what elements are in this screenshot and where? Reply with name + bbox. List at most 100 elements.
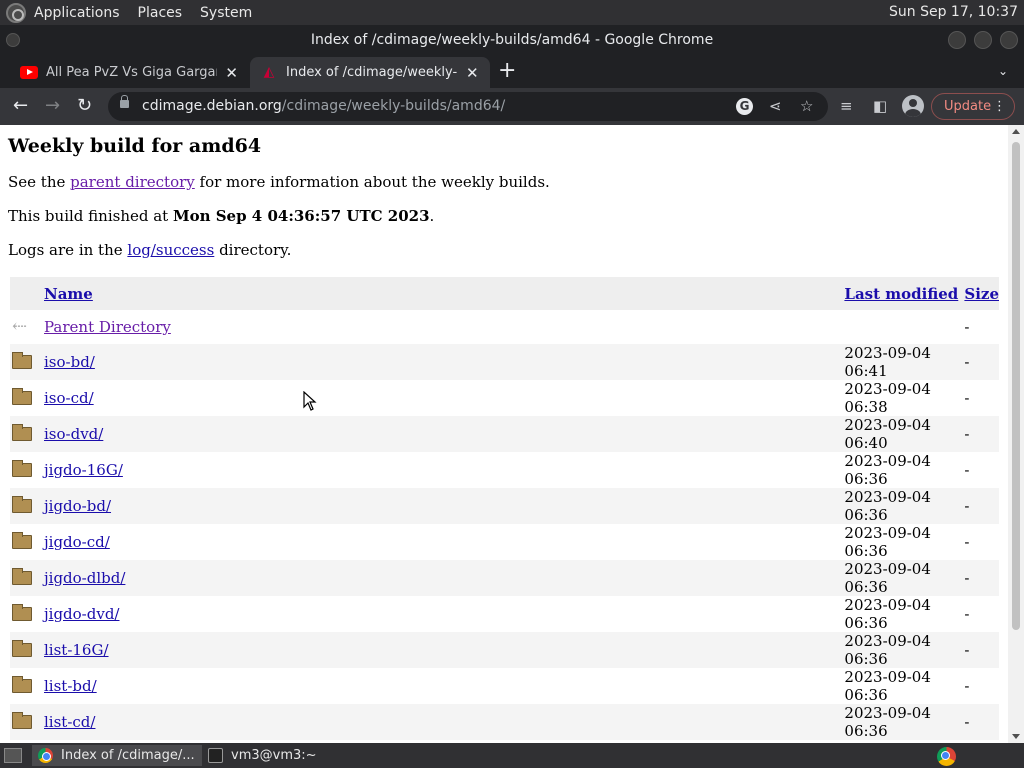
window-menu-button[interactable] [6, 33, 20, 47]
log-success-link[interactable]: log/success [127, 241, 214, 259]
directory-link[interactable]: jigdo-cd/ [44, 533, 110, 551]
modified-cell: 2023-09-04 06:36 [844, 523, 931, 560]
page-scrollbar[interactable] [1008, 125, 1024, 743]
close-tab-icon[interactable]: ✕ [466, 64, 479, 82]
back-icon[interactable]: ← [13, 96, 28, 116]
directory-link[interactable]: jigdo-16G/ [44, 461, 123, 479]
parent-directory-row: ⇠ Parent Directory - [10, 310, 999, 344]
size-cell: - [964, 676, 970, 695]
name-column-header[interactable]: Name [40, 277, 841, 310]
scroll-up-icon[interactable] [1012, 129, 1020, 134]
table-row: iso-dvd/2023-09-04 06:40- [10, 415, 999, 452]
folder-icon [12, 711, 32, 729]
tab-search-chevron-icon[interactable]: ⌄ [998, 64, 1008, 78]
parent-directory-row-link[interactable]: Parent Directory [44, 318, 171, 336]
modified-cell: 2023-09-04 06:36 [844, 451, 931, 488]
directory-link[interactable]: iso-dvd/ [44, 425, 103, 443]
size-cell: - [960, 559, 999, 596]
bookmark-star-icon[interactable]: ☆ [800, 97, 813, 115]
applications-menu[interactable]: Applications [34, 5, 130, 21]
tab-title: All Pea PvZ Vs Giga Gargantuar [46, 65, 217, 80]
table-row: iso-cd/2023-09-04 06:38 - [10, 380, 999, 416]
tab-youtube[interactable]: All Pea PvZ Vs Giga Gargantuar ✕ [10, 57, 248, 88]
task-chrome[interactable]: Index of /cdimage/... [32, 745, 202, 766]
forward-icon[interactable]: → [45, 96, 60, 116]
window-title: Index of /cdimage/weekly-builds/amd64 - … [310, 32, 714, 48]
window-titlebar: Index of /cdimage/weekly-builds/amd64 - … [0, 25, 1024, 55]
table-row: jigdo-16G/2023-09-04 06:36 - [10, 452, 999, 488]
size-cell: - [964, 317, 970, 336]
tab-debian-index[interactable]: ◭ Index of /cdimage/weekly-builds/amd64 … [250, 57, 490, 88]
scrollbar-thumb[interactable] [1012, 142, 1020, 630]
debian-icon: ◭ [263, 64, 275, 80]
table-row: jigdo-cd/2023-09-04 06:36 - [10, 524, 999, 560]
modified-cell: 2023-09-04 06:36 [840, 631, 961, 668]
page-title: Weekly build for amd64 [8, 135, 262, 157]
modified-cell: 2023-09-04 06:36 [840, 559, 961, 596]
modified-cell: 2023-09-04 06:36 [840, 487, 961, 524]
profile-avatar[interactable] [902, 95, 924, 117]
modified-cell: 2023-09-04 06:41 [840, 343, 961, 380]
address-bar[interactable]: cdimage.debian.org/cdimage/weekly-builds… [108, 92, 828, 121]
chrome-icon [38, 748, 53, 763]
parent-directory-link[interactable]: parent directory [70, 173, 195, 191]
directory-link[interactable]: list-cd/ [44, 713, 95, 731]
lock-icon[interactable] [120, 95, 129, 108]
directory-link[interactable]: list-bd/ [44, 677, 97, 695]
folder-icon [12, 603, 32, 621]
url-text[interactable]: cdimage.debian.org/cdimage/weekly-builds… [142, 98, 505, 114]
task-terminal[interactable]: vm3@vm3:~ [202, 745, 342, 766]
tab-title: Index of /cdimage/weekly-builds/amd64 [286, 65, 458, 80]
show-desktop-icon[interactable] [4, 748, 22, 763]
table-row: jigdo-dlbd/2023-09-04 06:36- [10, 559, 999, 596]
scroll-down-icon[interactable] [1012, 734, 1020, 739]
distro-logo-icon[interactable] [6, 2, 26, 23]
modified-cell: 2023-09-04 06:36 [840, 703, 961, 740]
google-lens-icon[interactable]: G [736, 98, 753, 115]
size-cell: - [964, 532, 970, 551]
top-panel: Applications Places System Sun Sep 17, 1… [0, 0, 1024, 25]
minimize-button[interactable] [948, 31, 966, 49]
size-cell: - [960, 343, 999, 380]
modified-column-header[interactable]: Last modified [840, 277, 961, 310]
build-finished-time: Mon Sep 4 04:36:57 UTC 2023 [172, 207, 430, 225]
youtube-icon [20, 66, 38, 79]
places-menu[interactable]: Places [138, 5, 193, 21]
update-button[interactable]: Update ⋮ [931, 93, 1015, 120]
directory-link[interactable]: iso-bd/ [44, 353, 95, 371]
share-icon[interactable]: ⋖ [769, 97, 782, 115]
icon-column-header [10, 277, 40, 310]
clock[interactable]: Sun Sep 17, 10:37 [889, 4, 1018, 20]
directory-link[interactable]: list-16G/ [44, 641, 109, 659]
close-window-button[interactable] [1000, 31, 1018, 49]
intro-text: See the parent directory for more inform… [8, 173, 550, 191]
table-row: iso-bd/2023-09-04 06:41- [10, 343, 999, 380]
system-menu[interactable]: System [200, 5, 262, 21]
table-row: jigdo-bd/2023-09-04 06:36- [10, 487, 999, 524]
maximize-button[interactable] [974, 31, 992, 49]
folder-icon [12, 531, 32, 549]
size-cell: - [960, 703, 999, 740]
folder-icon [12, 423, 32, 441]
size-column-header[interactable]: Size [960, 277, 999, 310]
directory-link[interactable]: iso-cd/ [44, 389, 94, 407]
reading-list-icon[interactable]: ≡ [840, 97, 853, 115]
directory-link[interactable]: jigdo-dvd/ [44, 605, 119, 623]
size-cell: - [960, 415, 999, 452]
new-tab-icon[interactable]: + [498, 60, 516, 82]
terminal-icon [208, 748, 223, 763]
size-cell: - [960, 487, 999, 524]
task-label: Index of /cdimage/... [61, 748, 195, 763]
reload-icon[interactable]: ↻ [77, 96, 92, 116]
close-tab-icon[interactable]: ✕ [225, 64, 238, 82]
table-row: list-bd/2023-09-04 06:36 - [10, 668, 999, 704]
directory-link[interactable]: jigdo-bd/ [44, 497, 111, 515]
tray-chrome-icon[interactable] [937, 747, 956, 766]
modified-cell: 2023-09-04 06:40 [840, 415, 961, 452]
folder-icon [12, 675, 32, 693]
bottom-taskbar: Index of /cdimage/... vm3@vm3:~ [0, 743, 1024, 768]
browser-toolbar: ← → ↻ cdimage.debian.org/cdimage/weekly-… [0, 88, 1024, 125]
directory-link[interactable]: jigdo-dlbd/ [44, 569, 125, 587]
side-panel-icon[interactable]: ◧ [873, 97, 887, 115]
folder-icon [12, 387, 32, 405]
